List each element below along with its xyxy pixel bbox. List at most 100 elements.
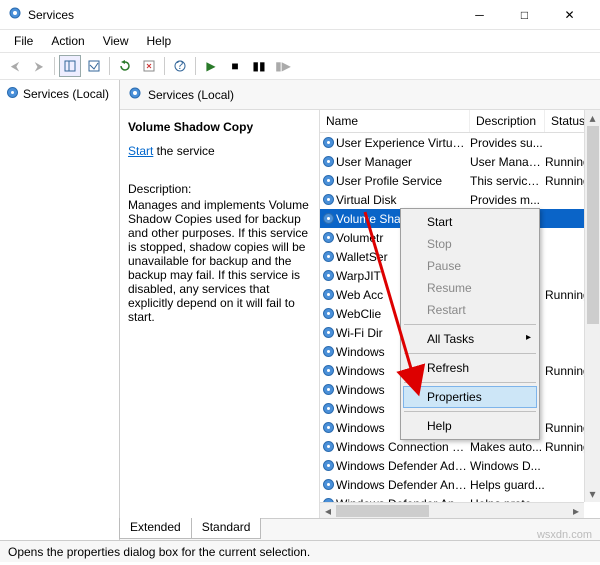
scroll-down-icon[interactable]: ▾ xyxy=(585,486,600,502)
separator xyxy=(404,382,536,383)
menu-view[interactable]: View xyxy=(95,32,137,50)
separator xyxy=(164,57,165,75)
separator xyxy=(404,353,536,354)
gear-icon xyxy=(320,193,336,206)
ctx-restart[interactable]: Restart xyxy=(403,299,537,321)
service-desc-cell: Makes auto... xyxy=(470,440,545,454)
help-button[interactable]: ? xyxy=(169,55,191,77)
separator xyxy=(54,57,55,75)
detail-start-link-row: Start the service xyxy=(128,144,311,158)
detail-pane: Volume Shadow Copy Start the service Des… xyxy=(120,110,320,518)
ctx-stop[interactable]: Stop xyxy=(403,233,537,255)
separator xyxy=(195,57,196,75)
ctx-resume[interactable]: Resume xyxy=(403,277,537,299)
gear-icon xyxy=(320,231,336,244)
service-name-cell: Windows Connection Man... xyxy=(336,440,470,454)
list-header: Name Description Status xyxy=(320,110,600,133)
vertical-scrollbar[interactable]: ▴ ▾ xyxy=(584,110,600,502)
restart-service-button[interactable]: ▮▶ xyxy=(272,55,294,77)
table-row[interactable]: User Profile ServiceThis service ...Runn… xyxy=(320,171,600,190)
service-name-cell: User Manager xyxy=(336,155,470,169)
tab-extended[interactable]: Extended xyxy=(119,518,192,539)
table-row[interactable]: Windows Defender Advanc...Windows D... xyxy=(320,456,600,475)
ctx-help[interactable]: Help xyxy=(403,415,537,437)
toolbar: ⮜ ⮞ ? ▶ ■ ▮▮ ▮▶ xyxy=(0,52,600,80)
gear-icon xyxy=(320,421,336,434)
gear-icon xyxy=(320,155,336,168)
table-row[interactable]: Windows Defender Antiviru...Helps guard.… xyxy=(320,475,600,494)
service-name-cell: Windows Defender Advanc... xyxy=(336,459,470,473)
nav-root-services[interactable]: Services (Local) xyxy=(4,84,115,104)
menu-file[interactable]: File xyxy=(6,32,41,50)
gear-icon xyxy=(320,269,336,282)
scroll-right-icon[interactable]: ▸ xyxy=(568,503,584,518)
scroll-left-icon[interactable]: ◂ xyxy=(320,503,336,518)
status-bar: Opens the properties dialog box for the … xyxy=(0,540,600,562)
services-app-icon xyxy=(8,6,22,23)
start-service-link[interactable]: Start xyxy=(128,144,153,158)
svg-text:?: ? xyxy=(177,60,184,72)
gear-icon xyxy=(320,402,336,415)
close-button[interactable]: ✕ xyxy=(547,1,592,29)
ctx-pause[interactable]: Pause xyxy=(403,255,537,277)
service-name-cell: User Experience Virtualizatio... xyxy=(336,136,470,150)
table-row[interactable]: User Experience Virtualizatio...Provides… xyxy=(320,133,600,152)
tab-standard[interactable]: Standard xyxy=(191,518,262,539)
back-button[interactable]: ⮜ xyxy=(4,55,26,77)
export-list-button[interactable] xyxy=(138,55,160,77)
service-desc-cell: Provides su... xyxy=(470,136,545,150)
ctx-refresh[interactable]: Refresh xyxy=(403,357,537,379)
horizontal-scrollbar[interactable]: ◂ ▸ xyxy=(320,502,584,518)
gear-icon xyxy=(128,86,142,103)
gear-icon xyxy=(320,345,336,358)
gear-icon xyxy=(320,307,336,320)
column-header-name[interactable]: Name xyxy=(320,110,470,132)
detail-description-label: Description: xyxy=(128,182,311,196)
gear-icon xyxy=(320,288,336,301)
pause-service-button[interactable]: ▮▮ xyxy=(248,55,270,77)
service-desc-cell: User Manag... xyxy=(470,155,545,169)
table-row[interactable]: Virtual DiskProvides m... xyxy=(320,190,600,209)
service-desc-cell: Helps guard... xyxy=(470,478,545,492)
scrollbar-thumb[interactable] xyxy=(336,505,429,517)
detail-description: Manages and implements Volume Shadow Cop… xyxy=(128,198,311,324)
show-hide-tree-button[interactable] xyxy=(59,55,81,77)
view-tabs: Extended Standard xyxy=(120,518,600,540)
gear-icon xyxy=(320,459,336,472)
menu-action[interactable]: Action xyxy=(43,32,92,50)
detail-link-suffix: the service xyxy=(153,144,214,158)
watermark: wsxdn.com xyxy=(537,529,592,541)
detail-service-name: Volume Shadow Copy xyxy=(128,120,311,134)
minimize-button[interactable]: ─ xyxy=(457,1,502,29)
start-service-button[interactable]: ▶ xyxy=(200,55,222,77)
context-menu: Start Stop Pause Resume Restart All Task… xyxy=(400,208,540,440)
scroll-up-icon[interactable]: ▴ xyxy=(585,110,600,126)
menu-help[interactable]: Help xyxy=(139,32,180,50)
ctx-properties[interactable]: Properties xyxy=(403,386,537,408)
forward-button[interactable]: ⮞ xyxy=(28,55,50,77)
gear-icon xyxy=(320,250,336,263)
nav-root-label: Services (Local) xyxy=(23,87,109,101)
service-desc-cell: Windows D... xyxy=(470,459,545,473)
service-name-cell: User Profile Service xyxy=(336,174,470,188)
refresh-button[interactable] xyxy=(114,55,136,77)
export-button[interactable] xyxy=(83,55,105,77)
nav-tree[interactable]: Services (Local) xyxy=(0,80,120,540)
main-header: Services (Local) xyxy=(120,80,600,110)
scrollbar-thumb[interactable] xyxy=(587,126,599,324)
table-row[interactable]: User ManagerUser Manag...Running xyxy=(320,152,600,171)
gear-icon xyxy=(320,478,336,491)
separator xyxy=(404,411,536,412)
gear-icon xyxy=(320,136,336,149)
service-name-cell: Windows Defender Antiviru... xyxy=(336,478,470,492)
stop-service-button[interactable]: ■ xyxy=(224,55,246,77)
main-header-title: Services (Local) xyxy=(148,88,234,102)
ctx-start[interactable]: Start xyxy=(403,211,537,233)
ctx-all-tasks[interactable]: All Tasks xyxy=(403,328,537,350)
service-name-cell: Virtual Disk xyxy=(336,193,470,207)
column-header-description[interactable]: Description xyxy=(470,110,545,132)
gear-icon xyxy=(320,326,336,339)
maximize-button[interactable]: □ xyxy=(502,1,547,29)
gear-icon xyxy=(320,174,336,187)
gear-icon xyxy=(320,440,336,453)
